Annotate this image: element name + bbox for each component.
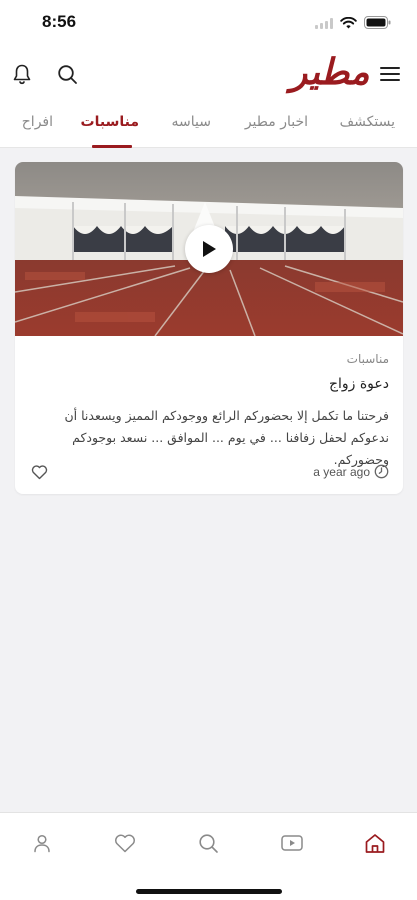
battery-icon <box>364 14 391 33</box>
tab-occasions[interactable]: مناسبات <box>81 114 139 130</box>
article-category[interactable]: مناسبات <box>347 352 389 366</box>
favorite-icon[interactable] <box>29 462 49 482</box>
tab-weddings[interactable]: افراح <box>22 114 53 130</box>
search-icon[interactable] <box>194 829 222 857</box>
article-footer: a year ago <box>29 462 389 482</box>
wifi-icon <box>340 14 357 33</box>
bottom-navigation <box>0 812 417 900</box>
app-header: مطير <box>0 46 417 102</box>
home-icon[interactable] <box>361 829 389 857</box>
signal-icon <box>315 14 333 33</box>
tab-explore[interactable]: يستكشف <box>340 114 395 130</box>
home-indicator <box>136 889 282 894</box>
app-logo: مطير <box>290 51 370 93</box>
hamburger-menu-icon[interactable] <box>378 62 402 86</box>
timestamp-text: a year ago <box>313 464 370 479</box>
status-time: 8:56 <box>42 12 77 31</box>
play-icon <box>203 241 216 257</box>
status-icons <box>315 14 391 33</box>
article-title[interactable]: دعوة زواج <box>329 376 389 392</box>
clock-icon <box>374 464 389 479</box>
category-tabs: يستكشف اخبار مطير سياسه مناسبات افراح <box>0 102 417 148</box>
video-icon[interactable] <box>278 829 306 857</box>
tab-mutair-news[interactable]: اخبار مطير <box>245 114 308 130</box>
status-bar: 8:56 <box>0 0 417 46</box>
article-card[interactable]: مناسبات دعوة زواج فرحتنا ما تكمل إلا بحض… <box>15 162 403 494</box>
search-icon[interactable] <box>55 62 79 86</box>
play-button[interactable] <box>185 225 233 273</box>
active-tab-indicator <box>92 145 132 148</box>
favorites-icon[interactable] <box>111 829 139 857</box>
tab-politics[interactable]: سياسه <box>172 114 211 130</box>
profile-icon[interactable] <box>28 829 56 857</box>
bell-icon[interactable] <box>10 62 34 86</box>
article-timestamp: a year ago <box>313 464 389 479</box>
article-video-thumbnail[interactable] <box>15 162 403 336</box>
